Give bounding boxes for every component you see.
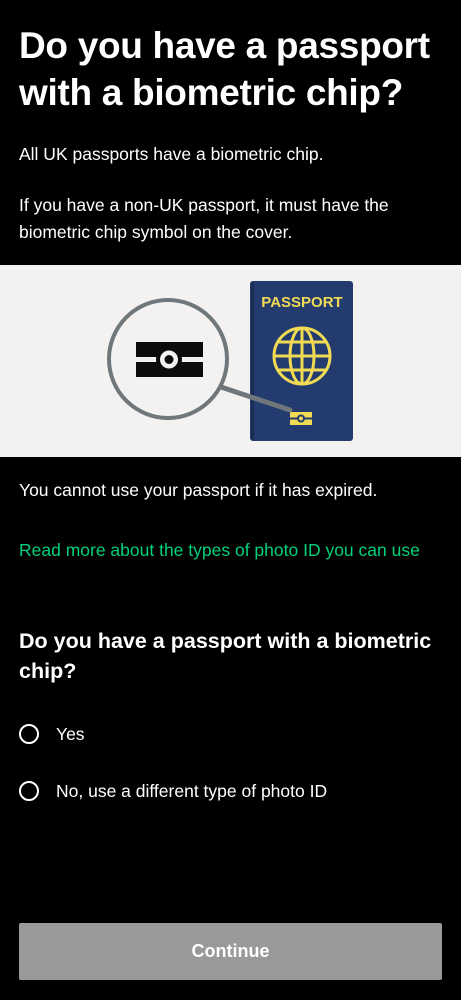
radio-label-yes: Yes — [56, 723, 85, 744]
radio-button-no[interactable] — [19, 781, 39, 801]
passport-illustration-graphic: PASSPORT — [107, 281, 353, 441]
globe-icon — [272, 326, 332, 386]
photo-id-types-link[interactable]: Read more about the types of photo ID yo… — [19, 537, 439, 564]
radio-button-yes[interactable] — [19, 724, 39, 744]
question-heading: Do you have a passport with a biometric … — [19, 629, 432, 683]
passport-cover-label: PASSPORT — [261, 294, 342, 311]
intro-paragraph: If you have a non-UK passport, it must h… — [19, 195, 389, 242]
continue-button[interactable]: Continue — [19, 923, 442, 980]
radio-option-yes[interactable]: Yes — [19, 719, 85, 749]
passport-illustration: PASSPORT — [0, 265, 461, 457]
biometric-chip-icon — [290, 412, 312, 425]
passport-book: PASSPORT — [250, 281, 353, 441]
radio-label-no: No, use a different type of photo ID — [56, 780, 328, 801]
expired-note: You cannot use your passport if it has e… — [19, 480, 378, 500]
radio-option-no[interactable]: No, use a different type of photo ID — [19, 776, 327, 806]
magnified-chip-symbol — [136, 342, 203, 377]
intro-paragraph: All UK passports have a biometric chip. — [19, 144, 324, 164]
page-title: Do you have a passport with a biometric … — [19, 25, 430, 113]
